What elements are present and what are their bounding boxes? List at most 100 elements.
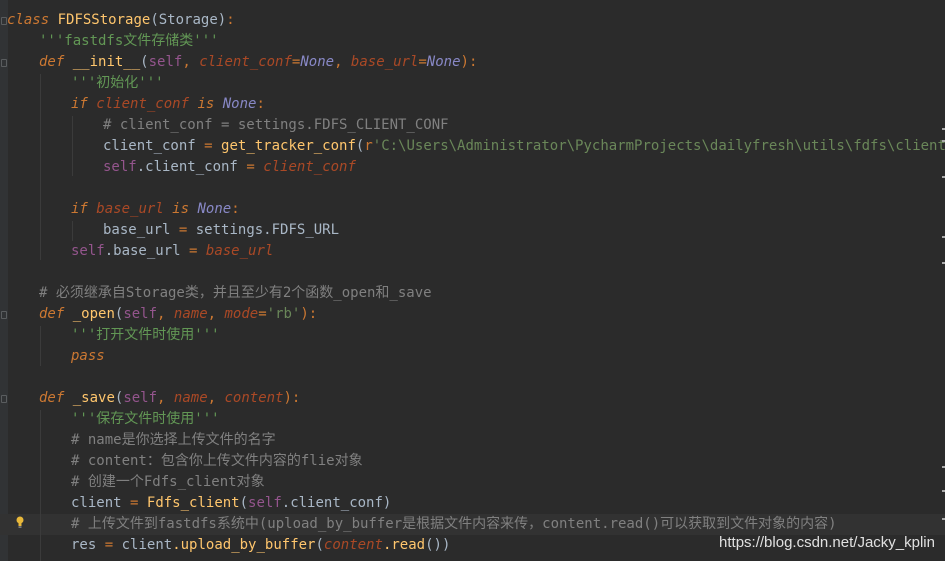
fold-marker-icon[interactable] <box>1 59 7 67</box>
function-name: _open <box>72 306 115 322</box>
docstring: '''fastdfs文件存储类''' <box>39 33 219 49</box>
param: mode <box>224 306 259 322</box>
code-line[interactable]: '''初始化''' <box>71 73 164 94</box>
param: client_conf <box>199 54 292 70</box>
docstring: '''保存文件时使用''' <box>71 411 220 427</box>
base-class: Storage <box>158 12 218 28</box>
keyword: class <box>7 12 50 28</box>
variable: base_url <box>96 201 164 217</box>
operator: = <box>204 138 213 154</box>
param: content <box>323 537 383 553</box>
code-editor[interactable]: class FDFSStorage(Storage): '''fastdfs文件… <box>0 0 945 561</box>
keyword: def <box>39 306 65 322</box>
keyword: if <box>71 201 88 217</box>
class-name: FDFSStorage <box>57 12 151 28</box>
lightbulb-icon[interactable] <box>16 516 24 528</box>
comment: # name是你选择上传文件的名字 <box>71 432 276 448</box>
code-line[interactable]: if base_url is None: <box>71 199 240 220</box>
colon: : <box>231 201 240 217</box>
self-param: self <box>123 306 158 322</box>
method-call: .read <box>382 537 426 553</box>
attribute: .base_url <box>104 243 181 259</box>
code-line[interactable]: # client_conf = settings.FDFS_CLIENT_CON… <box>103 115 449 136</box>
colon: : <box>256 96 265 112</box>
keyword: if <box>71 96 88 112</box>
variable: client_conf <box>96 96 190 112</box>
fold-marker-icon[interactable] <box>1 311 7 319</box>
comment: # client_conf = settings.FDFS_CLIENT_CON… <box>103 117 449 133</box>
function-name: _save <box>72 390 115 406</box>
docstring: '''初始化''' <box>71 75 164 91</box>
expression: settings.FDFS_URL <box>195 222 340 238</box>
default-value: 'rb' <box>266 306 301 322</box>
code-line[interactable]: client = Fdfs_client(self.client_conf) <box>71 493 391 514</box>
code-line[interactable]: self.client_conf = client_conf <box>103 157 356 178</box>
variable: base_url <box>103 222 171 238</box>
watermark: https://blog.csdn.net/Jacky_kplin <box>719 534 935 551</box>
colon: : <box>226 12 235 28</box>
code-line[interactable]: '''保存文件时使用''' <box>71 409 220 430</box>
raw-prefix: r <box>364 138 373 154</box>
attribute: .client_conf <box>281 495 383 511</box>
code-line[interactable]: '''fastdfs文件存储类''' <box>39 31 219 52</box>
operator: = <box>104 537 114 553</box>
code-line[interactable]: base_url = settings.FDFS_URL <box>103 220 339 241</box>
variable: client_conf <box>103 138 196 154</box>
editor-gutter <box>0 0 8 561</box>
variable: client_conf <box>263 159 356 175</box>
fold-marker-icon[interactable] <box>1 395 7 403</box>
comment: # 创建一个Fdfs_client对象 <box>71 474 265 490</box>
attribute: .client_conf <box>136 159 238 175</box>
indent-guide <box>40 74 41 260</box>
code-line[interactable]: class FDFSStorage(Storage): <box>7 10 235 31</box>
code-line[interactable]: def __init__(self, client_conf=None, bas… <box>39 52 477 73</box>
code-line[interactable]: self.base_url = base_url <box>71 241 273 262</box>
docstring: '''打开文件时使用''' <box>71 327 220 343</box>
keyword: def <box>39 54 65 70</box>
param: content <box>224 390 284 406</box>
none-literal: None <box>222 96 257 112</box>
paren-colon: ): <box>460 54 478 70</box>
code-line[interactable]: def _save(self, name, content): <box>39 388 300 409</box>
self-param: self <box>123 390 158 406</box>
variable: client <box>71 495 122 511</box>
paren-colon: ): <box>283 390 301 406</box>
comment: # 必须继承自Storage类，并且至少有2个函数_open和_save <box>39 285 432 301</box>
function-name: __init__ <box>72 54 141 70</box>
code-line[interactable]: res = client.upload_by_buffer(content.re… <box>71 535 450 556</box>
indent-guide <box>72 116 73 176</box>
code-line[interactable]: def _open(self, name, mode='rb'): <box>39 304 317 325</box>
code-line[interactable]: # 必须继承自Storage类，并且至少有2个函数_open和_save <box>39 283 432 304</box>
param: name <box>173 306 208 322</box>
variable: base_url <box>205 243 274 259</box>
default-value: None <box>300 54 335 70</box>
operator: = <box>189 243 198 259</box>
code-line[interactable]: pass <box>71 346 105 367</box>
method-call: .upload_by_buffer <box>172 537 316 553</box>
code-line[interactable]: if client_conf is None: <box>71 94 265 115</box>
paren-colon: ): <box>300 306 318 322</box>
keyword: is <box>197 96 215 112</box>
default-value: None <box>426 54 461 70</box>
keyword: is <box>172 201 190 217</box>
operator: = <box>246 159 255 175</box>
comment: # content：包含你上传文件内容的flie对象 <box>71 453 363 469</box>
indent-guide <box>40 410 41 561</box>
indent-guide <box>40 326 41 366</box>
self-keyword: self <box>103 159 137 175</box>
variable: res <box>71 537 97 553</box>
param: base_url <box>350 54 419 70</box>
code-line[interactable]: client_conf = get_tracker_conf(r'C:\User… <box>103 136 945 157</box>
keyword: def <box>39 390 65 406</box>
code-line[interactable]: # content：包含你上传文件内容的flie对象 <box>71 451 363 472</box>
comment: # 上传文件到fastdfs系统中(upload_by_buffer是根据文件内… <box>71 516 837 532</box>
code-line[interactable]: # name是你选择上传文件的名字 <box>71 430 276 451</box>
string-literal: 'C:\Users\Administrator\PycharmProjects\… <box>372 138 945 154</box>
param: name <box>173 390 208 406</box>
code-line[interactable]: # 创建一个Fdfs_client对象 <box>71 472 265 493</box>
code-line[interactable]: '''打开文件时使用''' <box>71 325 220 346</box>
function-call: Fdfs_client <box>146 495 240 511</box>
self-keyword: self <box>248 495 282 511</box>
none-literal: None <box>197 201 232 217</box>
code-line[interactable]: # 上传文件到fastdfs系统中(upload_by_buffer是根据文件内… <box>71 514 837 535</box>
